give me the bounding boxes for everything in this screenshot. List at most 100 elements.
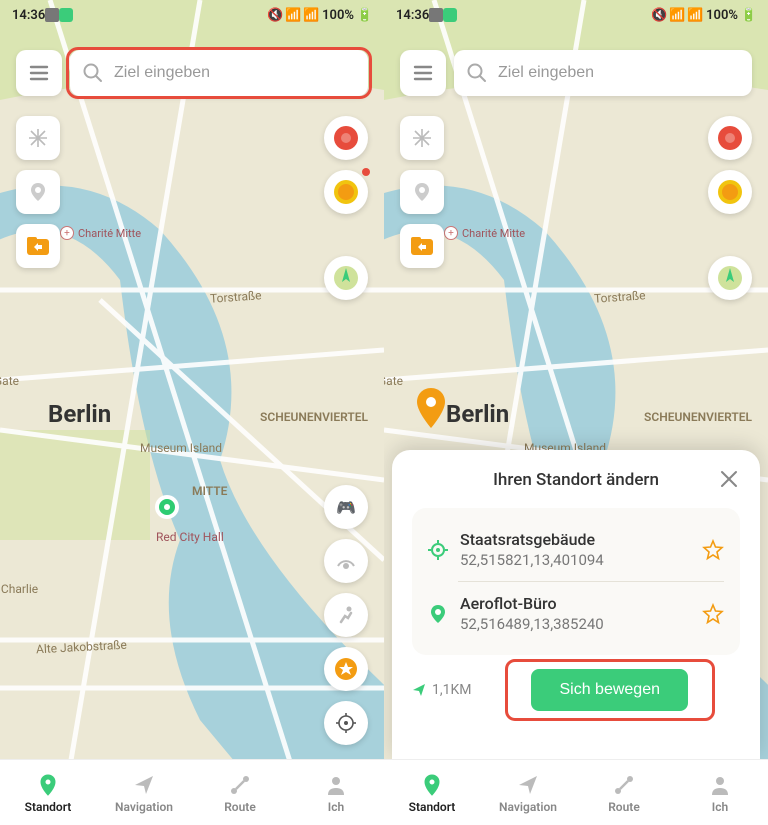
crosshair-icon bbox=[335, 712, 357, 734]
compass-icon bbox=[332, 264, 360, 292]
clock: 14:36 bbox=[12, 8, 45, 23]
nav-label: Ich bbox=[712, 800, 728, 814]
signal-icon: 📶 bbox=[304, 8, 318, 22]
folder-button[interactable] bbox=[16, 224, 60, 268]
location-name: Aeroflot-Büro bbox=[460, 594, 690, 613]
search-input[interactable] bbox=[114, 64, 356, 82]
compass-button[interactable] bbox=[708, 256, 752, 300]
signal-icon: 📶 bbox=[286, 8, 300, 22]
nav-label: Route bbox=[224, 800, 256, 814]
location-row-start[interactable]: Staatsratsgebäude 52,515821,13,401094 bbox=[428, 522, 724, 577]
search-box[interactable] bbox=[454, 50, 752, 96]
screen-left: Berlin SCHEUNENVIERTEL MITTE Gate t Char… bbox=[0, 0, 384, 825]
route-icon bbox=[228, 773, 252, 797]
star-button[interactable] bbox=[324, 647, 368, 691]
game-button[interactable]: 🎮 bbox=[324, 485, 368, 529]
city-label: Berlin bbox=[48, 400, 111, 428]
folder-icon bbox=[409, 233, 435, 259]
close-button[interactable] bbox=[718, 468, 740, 490]
nav-navigation[interactable]: Navigation bbox=[96, 760, 192, 825]
nav-label: Standort bbox=[409, 800, 456, 814]
search-input[interactable] bbox=[498, 64, 740, 82]
distance-label: 1,1KM bbox=[412, 682, 472, 698]
battery-text: 100% bbox=[706, 8, 738, 23]
poi-label: Red City Hall bbox=[156, 530, 224, 544]
nav-standort[interactable]: Standort bbox=[384, 760, 480, 825]
district-label: SCHEUNENVIERTEL bbox=[644, 410, 752, 424]
record-button[interactable] bbox=[324, 116, 368, 160]
speed-button[interactable] bbox=[324, 539, 368, 583]
nav-navigation[interactable]: Navigation bbox=[480, 760, 576, 825]
district-label: SCHEUNENVIERTEL bbox=[260, 410, 368, 424]
coin-icon bbox=[715, 177, 745, 207]
district-label: MITTE bbox=[192, 484, 227, 498]
nav-ich[interactable]: Ich bbox=[288, 760, 384, 825]
nav-ich[interactable]: Ich bbox=[672, 760, 768, 825]
compass-icon bbox=[716, 264, 744, 292]
hamburger-icon bbox=[28, 62, 50, 84]
send-icon bbox=[132, 773, 156, 797]
favorite-button[interactable] bbox=[702, 603, 724, 625]
nav-label: Route bbox=[608, 800, 640, 814]
nav-label: Navigation bbox=[115, 800, 173, 814]
favorite-button[interactable] bbox=[702, 539, 724, 561]
destination-marker bbox=[416, 388, 446, 428]
menu-button[interactable] bbox=[16, 50, 62, 96]
pin-button[interactable] bbox=[16, 170, 60, 214]
nav-standort[interactable]: Standort bbox=[0, 760, 96, 825]
folder-button[interactable] bbox=[400, 224, 444, 268]
battery-icon: 🔋 bbox=[742, 8, 756, 22]
pin-icon bbox=[411, 181, 433, 203]
gauge-icon bbox=[335, 550, 357, 572]
snowflake-icon bbox=[411, 127, 433, 149]
status-bar: 14:36 🔇 📶 📶 100% 🔋 bbox=[384, 0, 768, 30]
battery-text: 100% bbox=[322, 8, 354, 23]
location-coords: 52,515821,13,401094 bbox=[460, 551, 690, 569]
menu-button[interactable] bbox=[400, 50, 446, 96]
hamburger-icon bbox=[412, 62, 434, 84]
star-badge-icon bbox=[333, 656, 359, 682]
close-icon bbox=[718, 468, 740, 490]
move-button[interactable]: Sich bewegen bbox=[531, 669, 688, 711]
gamepad-icon: 🎮 bbox=[336, 498, 356, 517]
clock: 14:36 bbox=[396, 8, 429, 23]
nav-label: Navigation bbox=[499, 800, 557, 814]
nav-route[interactable]: Route bbox=[192, 760, 288, 825]
person-icon bbox=[708, 773, 732, 797]
nav-label: Ich bbox=[328, 800, 344, 814]
coin-icon bbox=[331, 177, 361, 207]
send-icon bbox=[516, 773, 540, 797]
app-icon bbox=[59, 8, 73, 22]
pin-icon bbox=[27, 181, 49, 203]
battery-icon: 🔋 bbox=[358, 8, 372, 22]
cursor-icon bbox=[412, 683, 426, 697]
run-button[interactable] bbox=[324, 593, 368, 637]
search-box[interactable] bbox=[70, 50, 368, 96]
app-icon bbox=[429, 8, 443, 22]
person-icon bbox=[324, 773, 348, 797]
poi-label: Charité Mitte bbox=[78, 227, 141, 240]
location-name: Staatsratsgebäude bbox=[460, 530, 690, 549]
district-label: Gate bbox=[384, 374, 403, 388]
location-icon bbox=[420, 773, 444, 797]
compass-button[interactable] bbox=[324, 256, 368, 300]
record-icon bbox=[331, 123, 361, 153]
snowflake-button[interactable] bbox=[400, 116, 444, 160]
record-button[interactable] bbox=[708, 116, 752, 160]
coin-button[interactable] bbox=[324, 170, 368, 214]
location-row-end[interactable]: Aeroflot-Büro 52,516489,13,385240 bbox=[428, 586, 724, 641]
current-location-marker bbox=[154, 494, 180, 520]
run-icon bbox=[335, 604, 357, 626]
pin-button[interactable] bbox=[400, 170, 444, 214]
coin-button[interactable] bbox=[708, 170, 752, 214]
nav-label: Standort bbox=[25, 800, 72, 814]
sheet-title: Ihren Standort ändern bbox=[493, 470, 659, 490]
nav-route[interactable]: Route bbox=[576, 760, 672, 825]
district-label: t Charlie bbox=[0, 582, 38, 596]
signal-icon: 📶 bbox=[670, 8, 684, 22]
locate-button[interactable] bbox=[324, 701, 368, 745]
pin-solid-icon bbox=[428, 604, 448, 624]
snowflake-button[interactable] bbox=[16, 116, 60, 160]
screen-right: Berlin SCHEUNENVIERTEL Gate Torstraße Mu… bbox=[384, 0, 768, 825]
search-icon bbox=[82, 62, 104, 84]
